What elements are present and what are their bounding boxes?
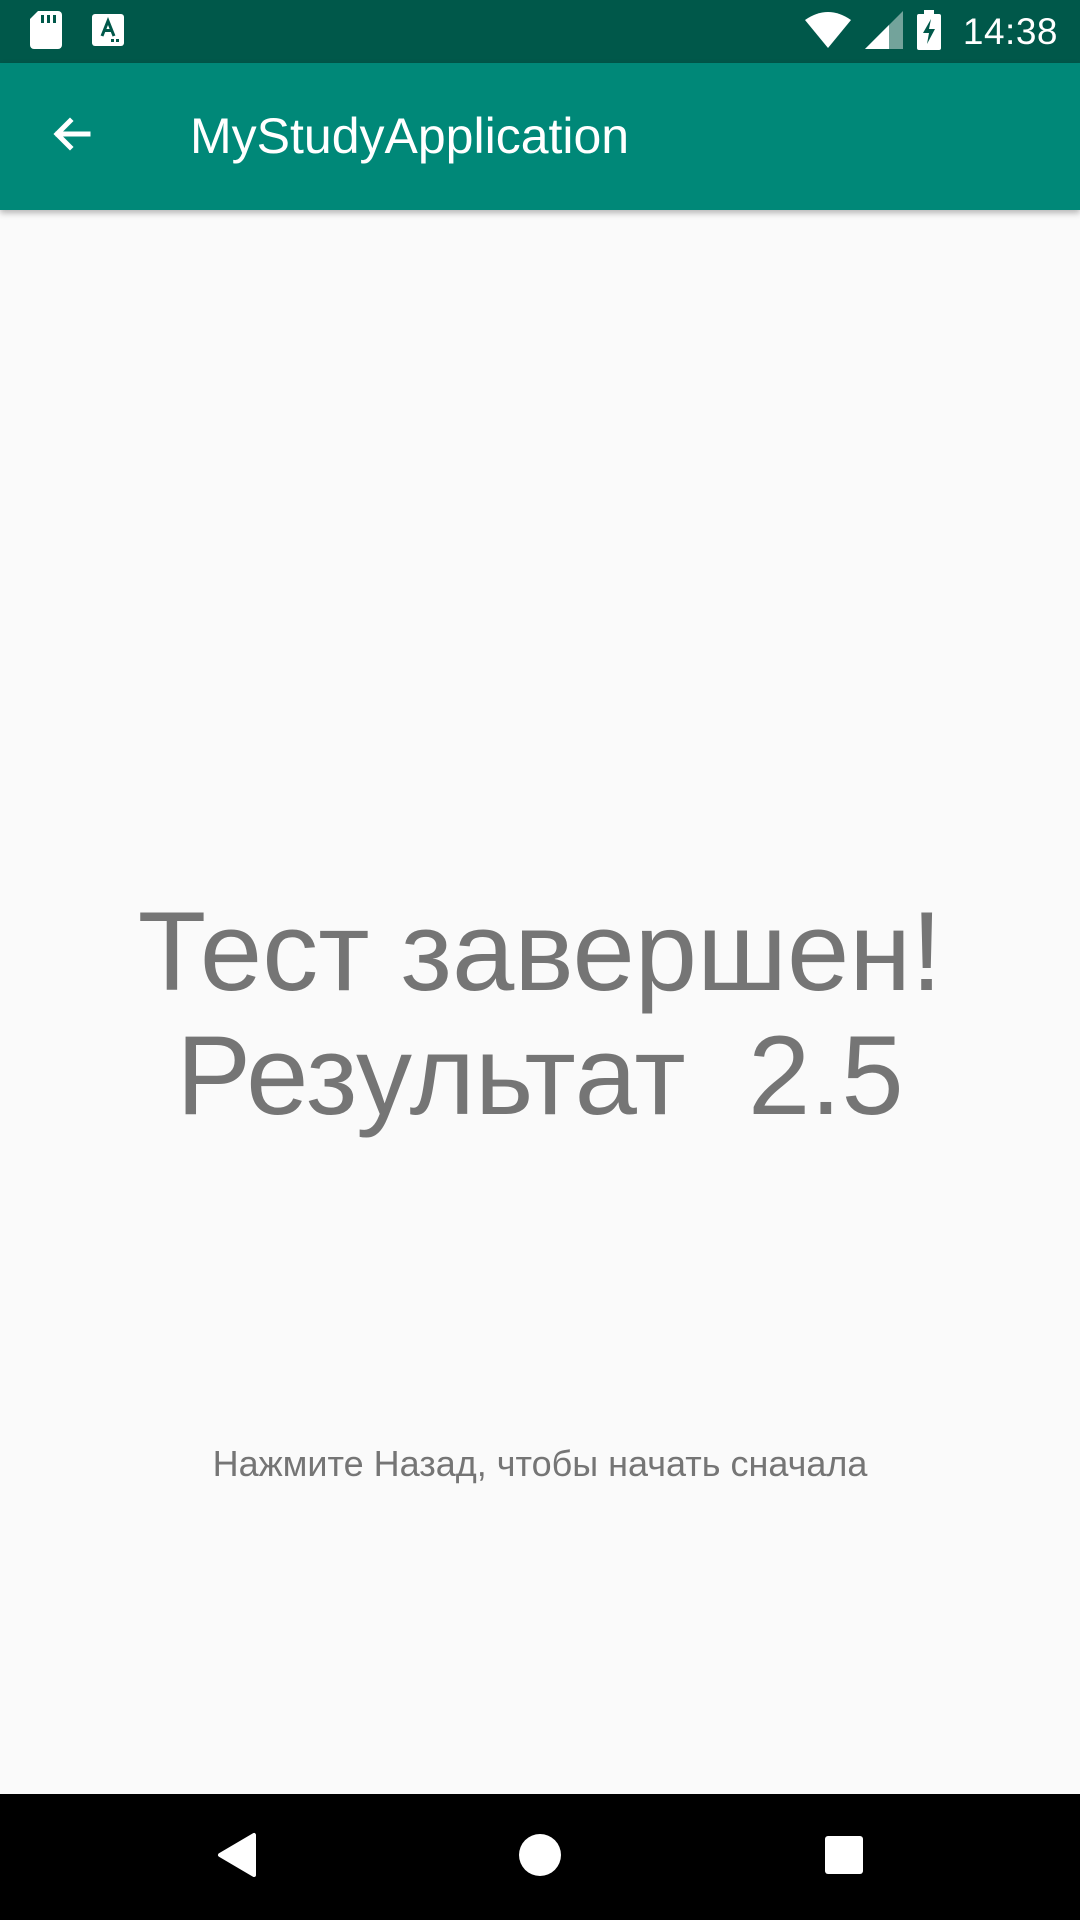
status-bar: 14:38 — [0, 0, 1080, 63]
main-content: Тест завершен! Результат 2.5 Нажмите Наз… — [0, 210, 1080, 1794]
app-title: MyStudyApplication — [190, 108, 630, 164]
navigation-bar — [0, 1794, 1080, 1920]
status-right-icons: 14:38 — [804, 9, 1058, 55]
keyboard-a-icon — [92, 13, 124, 51]
back-button[interactable] — [36, 100, 108, 172]
result-heading: Тест завершен! — [137, 889, 943, 1014]
status-left-icons — [30, 10, 124, 54]
home-circle-icon — [518, 1833, 562, 1882]
battery-charging-icon — [916, 9, 941, 55]
arrow-back-icon — [48, 110, 96, 163]
wifi-icon — [804, 11, 851, 53]
result-score: Результат 2.5 — [176, 1013, 904, 1138]
nav-recents-button[interactable] — [808, 1821, 880, 1893]
nav-back-button[interactable] — [200, 1821, 272, 1893]
app-bar: MyStudyApplication — [0, 63, 1080, 210]
signal-icon — [864, 10, 903, 54]
status-time: 14:38 — [962, 11, 1058, 52]
restart-hint: Нажмите Назад, чтобы начать сначала — [212, 1443, 868, 1484]
result-message: Тест завершен! Результат 2.5 — [0, 890, 1080, 1138]
nav-home-button[interactable] — [504, 1821, 576, 1893]
recents-square-icon — [824, 1835, 864, 1880]
sd-card-icon — [30, 10, 62, 54]
back-triangle-icon — [214, 1831, 258, 1884]
